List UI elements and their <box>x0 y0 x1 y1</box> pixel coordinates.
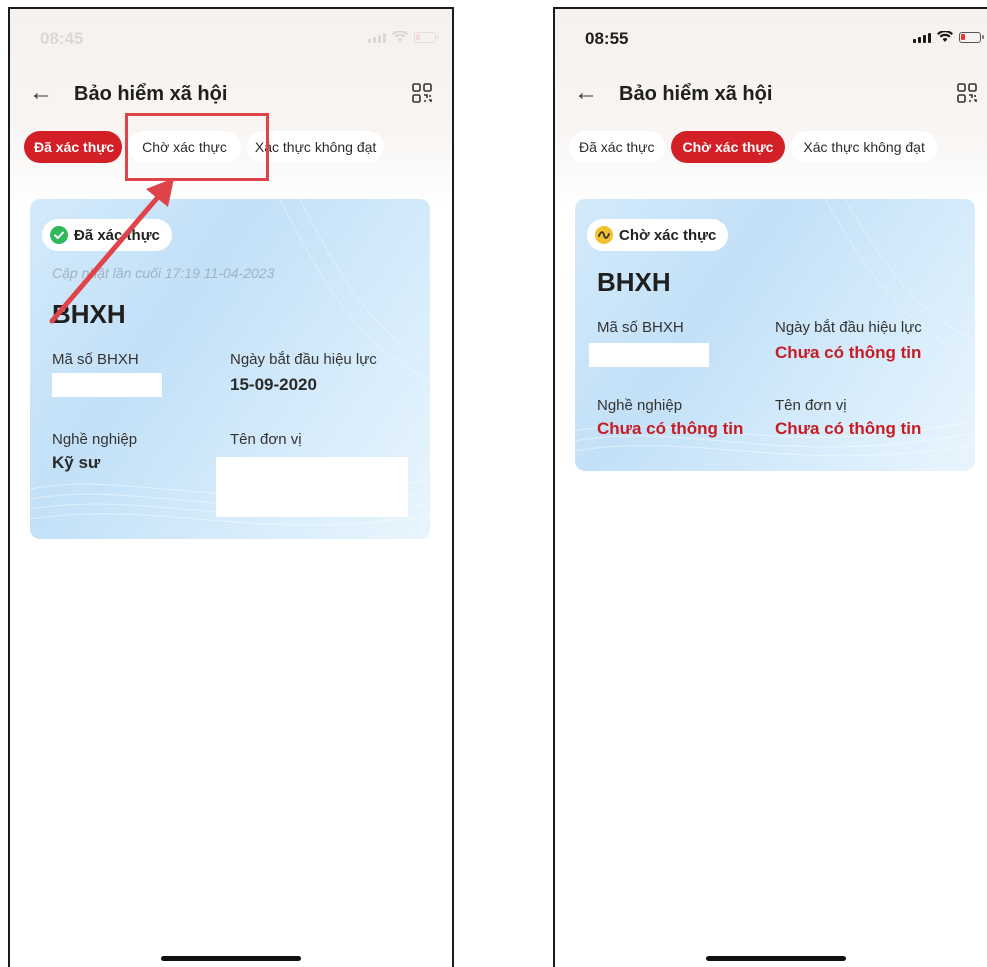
last-updated-text: Cập nhật lần cuối 17:19 11-04-2023 <box>52 265 275 281</box>
back-arrow-icon[interactable]: ← <box>571 79 601 109</box>
status-time: 08:45 <box>40 29 84 48</box>
page-title: Bảo hiểm xã hội <box>619 83 773 105</box>
app-header: ← Bảo hiểm xã hội <box>555 75 987 115</box>
page-title: Bảo hiểm xã hội <box>74 83 228 105</box>
phone-screen-verified: 08:45 ← Bảo hiểm xã hội Đã xác thực Chờ … <box>8 7 454 967</box>
tab-pending[interactable]: Chờ xác thực <box>670 131 786 163</box>
field-value-start-date: 15-09-2020 <box>230 375 317 394</box>
card-title: BHXH <box>52 299 126 329</box>
tab-verified[interactable]: Đã xác thực <box>569 131 665 163</box>
wifi-icon <box>392 31 408 42</box>
phone-screen-pending: 08:55 ← Bảo hiểm xã hội Đã xác thực Chờ … <box>553 7 987 967</box>
battery-icon <box>959 32 984 43</box>
wifi-icon <box>937 31 953 42</box>
redacted-insurance-number <box>589 343 709 367</box>
field-label-start-date: Ngày bắt đầu hiệu lực <box>775 319 922 336</box>
app-header: ← Bảo hiểm xã hội <box>10 75 452 115</box>
status-badge-label: Đã xác thực <box>74 226 160 244</box>
status-time: 08:55 <box>585 29 629 48</box>
card-title: BHXH <box>597 267 671 297</box>
status-badge-label: Chờ xác thực <box>619 226 717 244</box>
field-label-employer: Tên đơn vị <box>775 397 847 414</box>
home-indicator[interactable] <box>161 956 301 961</box>
pending-wave-icon <box>595 226 613 244</box>
check-circle-icon <box>50 226 68 244</box>
signal-icon <box>368 33 386 43</box>
redacted-employer <box>216 457 408 517</box>
status-bar: 08:45 <box>10 9 452 69</box>
status-bar: 08:55 <box>555 9 987 69</box>
back-arrow-icon[interactable]: ← <box>26 79 56 109</box>
qr-code-icon[interactable] <box>957 83 977 103</box>
insurance-card: Chờ xác thực BHXH Mã số BHXH Ngày bắt đầ… <box>575 199 975 471</box>
field-label-employer: Tên đơn vị <box>230 431 302 448</box>
tab-verified[interactable]: Đã xác thực <box>24 131 123 163</box>
field-value-occupation: Chưa có thông tin <box>597 419 744 438</box>
signal-icon <box>913 33 931 43</box>
tab-failed[interactable]: Xác thực không đạt <box>791 131 937 163</box>
qr-code-icon[interactable] <box>412 83 432 103</box>
battery-icon <box>414 32 439 43</box>
annotation-highlight-box <box>125 113 269 181</box>
status-badge: Chờ xác thực <box>587 219 729 251</box>
home-indicator[interactable] <box>706 956 846 961</box>
insurance-card: Đã xác thực Cập nhật lần cuối 17:19 11-0… <box>30 199 430 539</box>
field-label-insurance-number: Mã số BHXH <box>597 319 684 336</box>
field-value-start-date: Chưa có thông tin <box>775 343 922 362</box>
redacted-insurance-number <box>52 373 162 397</box>
status-badge: Đã xác thực <box>42 219 172 251</box>
field-label-occupation: Nghề nghiệp <box>52 431 138 448</box>
field-value-occupation: Kỹ sư <box>52 453 101 472</box>
field-label-insurance-number: Mã số BHXH <box>52 351 139 368</box>
field-label-occupation: Nghề nghiệp <box>597 397 683 414</box>
field-label-start-date: Ngày bắt đầu hiệu lực <box>230 351 377 368</box>
field-value-employer: Chưa có thông tin <box>775 419 922 438</box>
verification-tabs: Đã xác thực Chờ xác thực Xác thực không … <box>569 131 987 165</box>
